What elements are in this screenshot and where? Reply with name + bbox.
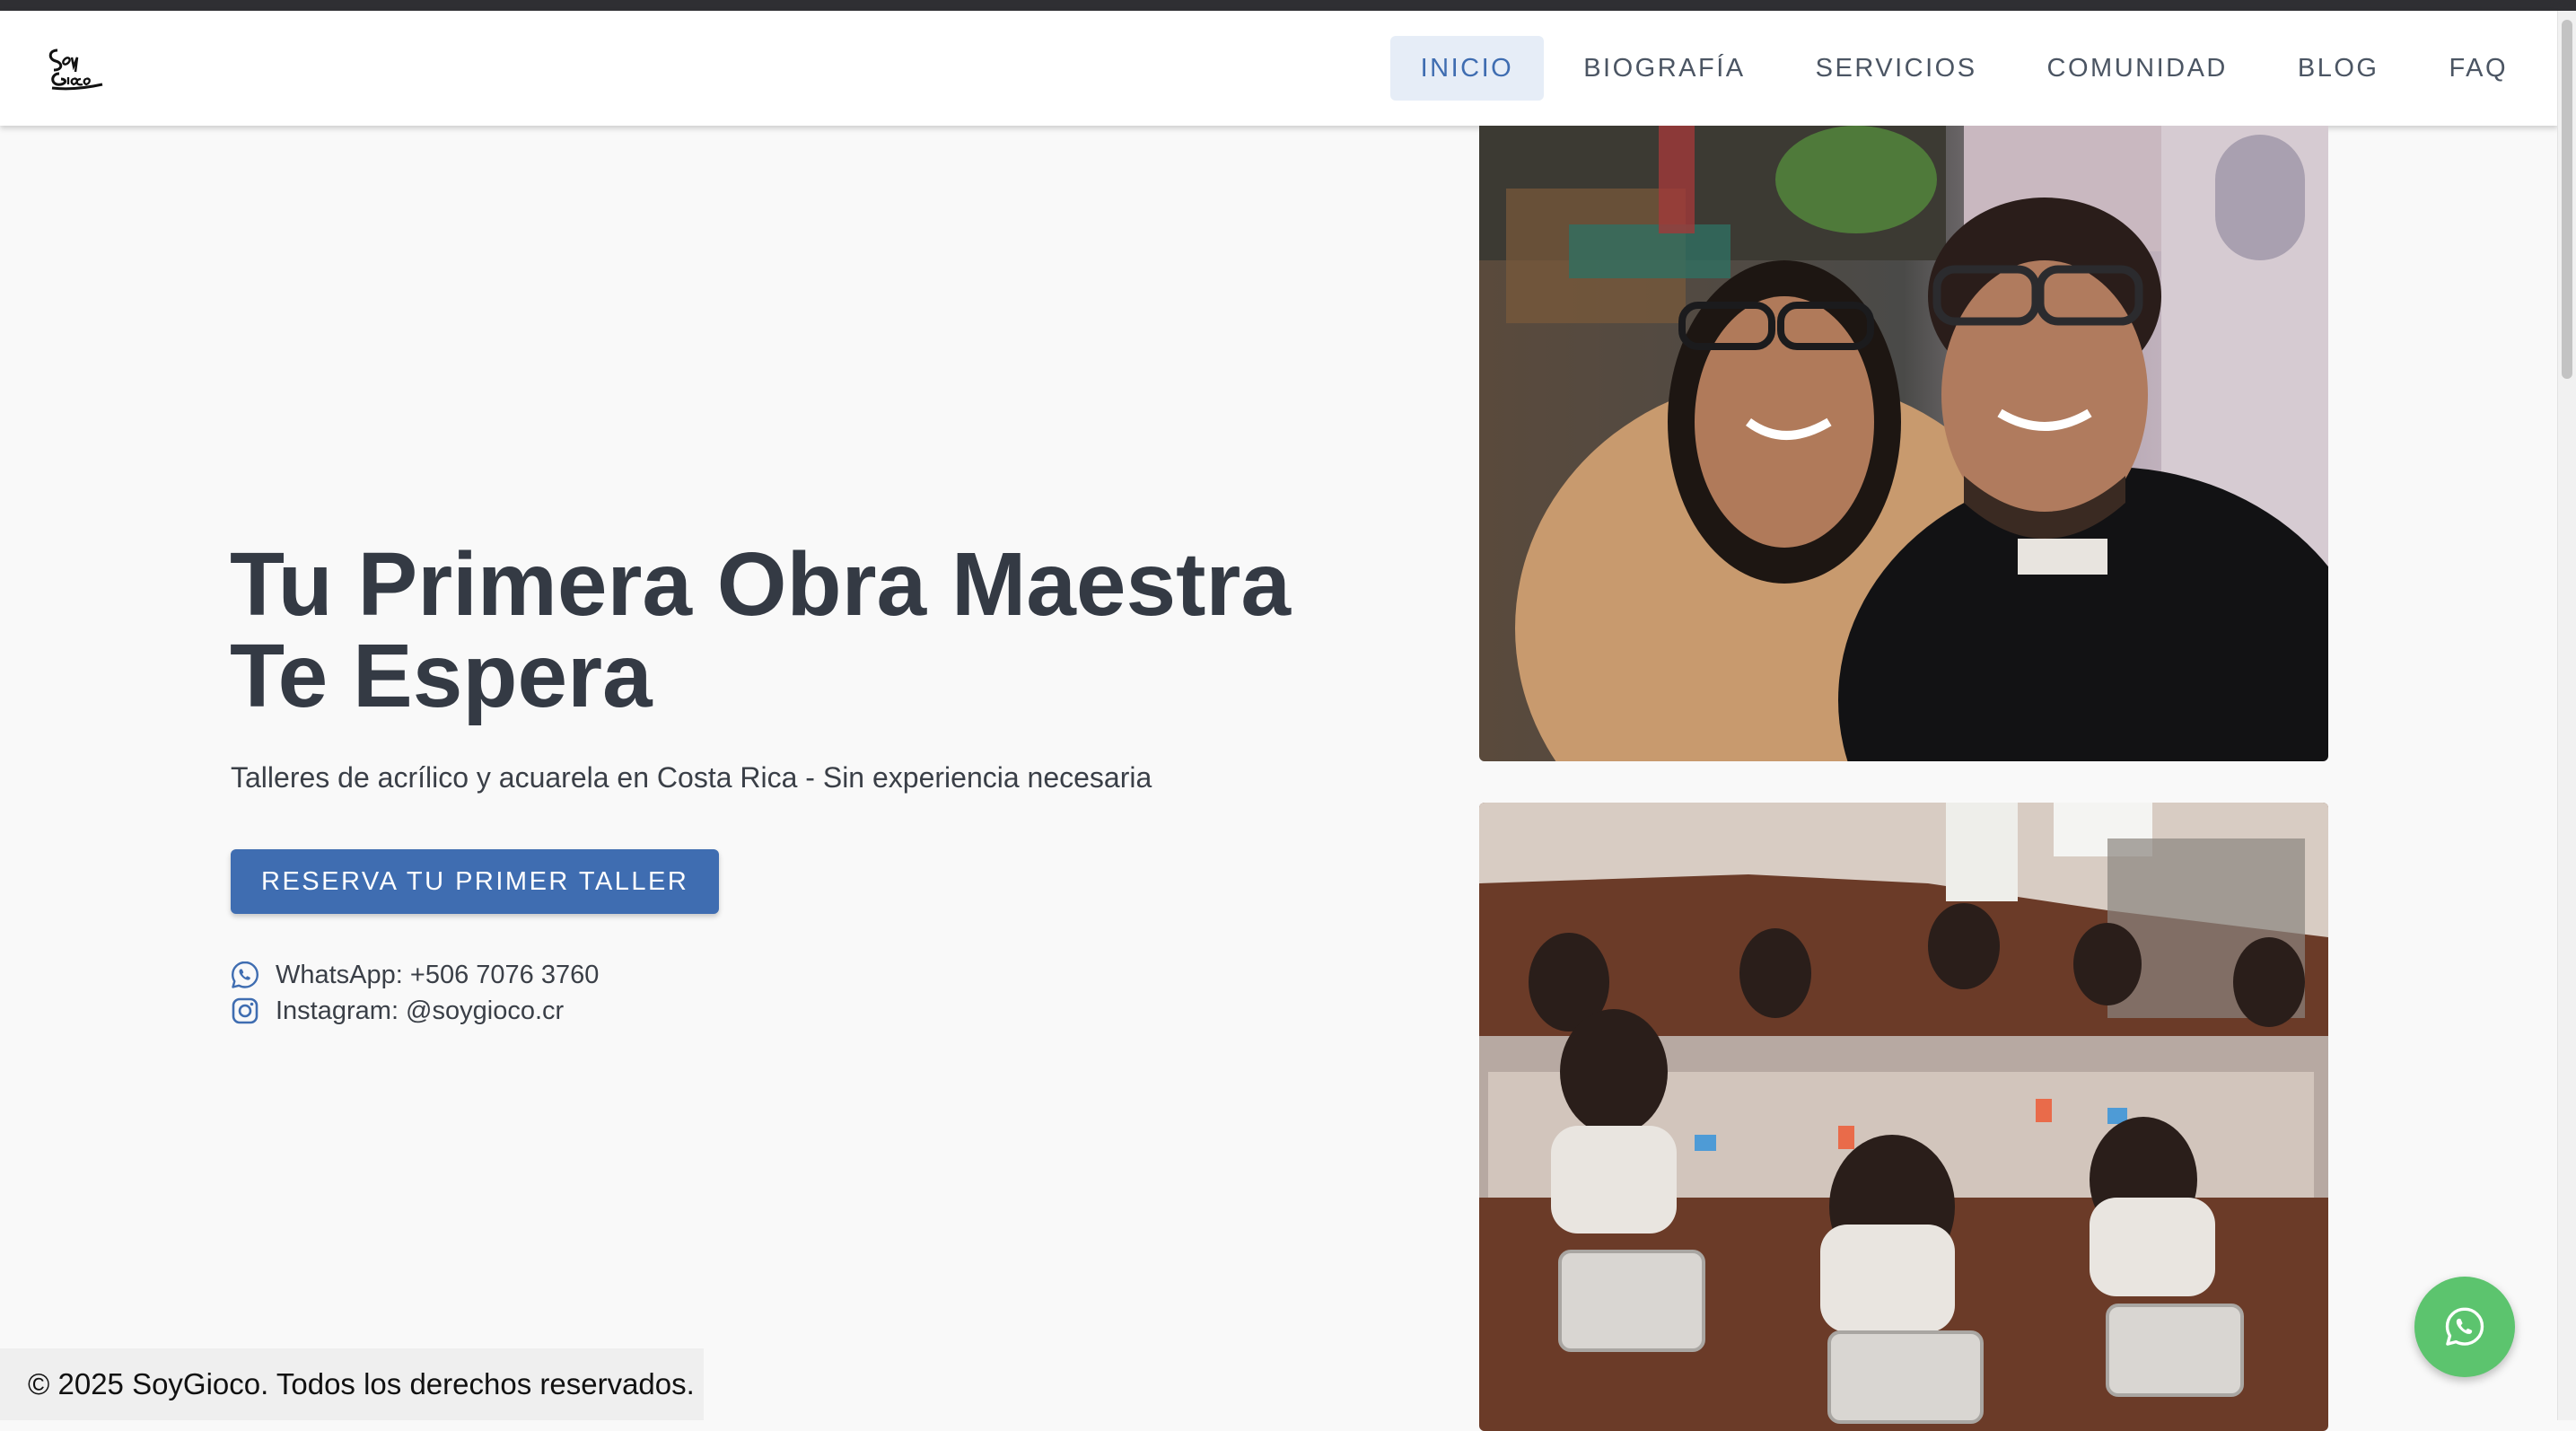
instagram-contact[interactable]: Instagram: @soygioco.cr <box>230 993 599 1029</box>
logo-signature-icon <box>48 48 103 91</box>
nav-item-comunidad[interactable]: COMUNIDAD <box>2017 36 2258 101</box>
nav-item-servicios[interactable]: SERVICIOS <box>1785 36 2008 101</box>
instagram-icon <box>230 996 260 1026</box>
whatsapp-contact[interactable]: WhatsApp: +506 7076 3760 <box>230 957 599 993</box>
nav-item-biografia[interactable]: BIOGRAFÍA <box>1553 36 1775 101</box>
whatsapp-icon <box>230 960 260 990</box>
nav-item-inicio[interactable]: INICIO <box>1389 36 1545 101</box>
hero-photo-couple <box>1479 126 2328 761</box>
site-logo[interactable] <box>45 41 106 95</box>
book-workshop-button[interactable]: RESERVA TU PRIMER TALLER <box>231 849 720 914</box>
footer-copyright: © 2025 SoyGioco. Todos los derechos rese… <box>0 1348 704 1420</box>
hero-subtitle: Talleres de acrílico y acuarela en Costa… <box>231 761 1152 794</box>
instagram-contact-text: Instagram: @soygioco.cr <box>276 996 565 1025</box>
whatsapp-contact-text: WhatsApp: +506 7076 3760 <box>276 960 600 989</box>
whatsapp-icon <box>2445 1307 2484 1346</box>
workshop-photo-group <box>1479 803 2328 1431</box>
page-scrollbar[interactable] <box>2557 11 2576 1420</box>
hero-title: Tu Primera Obra Maestra Te Espera <box>230 539 1397 722</box>
whatsapp-float-button[interactable] <box>2414 1277 2515 1377</box>
nav-item-blog[interactable]: BLOG <box>2267 36 2410 101</box>
nav-menu: INICIO BIOGRAFÍA SERVICIOS COMUNIDAD BLO… <box>1389 36 2538 101</box>
hero-title-line-2: Te Espera <box>230 626 653 726</box>
scrollbar-thumb[interactable] <box>2562 20 2572 379</box>
nav-item-faq[interactable]: FAQ <box>2418 36 2538 101</box>
browser-top-strip <box>0 0 2576 11</box>
navbar: INICIO BIOGRAFÍA SERVICIOS COMUNIDAD BLO… <box>0 11 2558 126</box>
hero-title-line-1: Tu Primera Obra Maestra <box>230 534 1291 635</box>
contact-info: WhatsApp: +506 7076 3760 Instagram: @soy… <box>230 957 599 1029</box>
